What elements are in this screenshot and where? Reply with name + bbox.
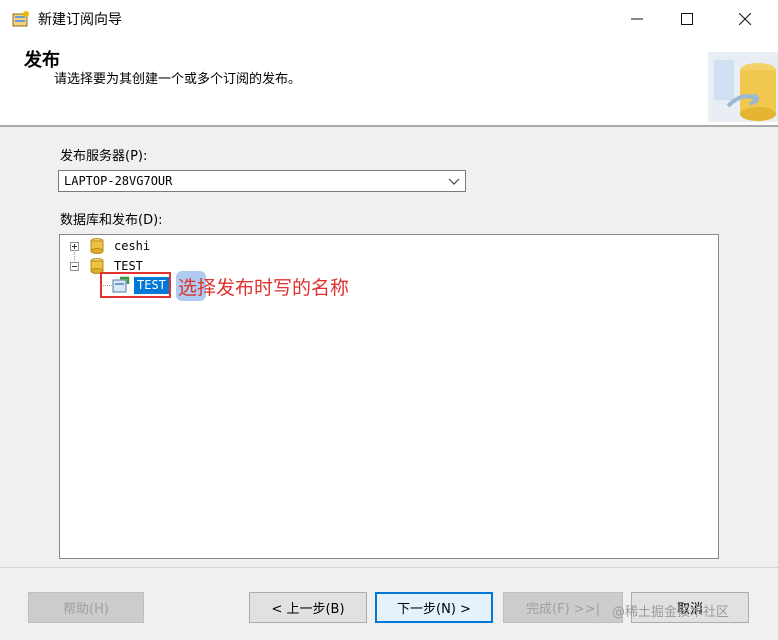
publisher-label: 发布服务器(P): — [60, 149, 148, 164]
tree-node-ceshi[interactable]: ceshi — [114, 237, 150, 255]
page-subtitle: 请选择要为其创建一个或多个订阅的发布。 — [54, 72, 302, 87]
wizard-header: 发布 请选择要为其创建一个或多个订阅的发布。 — [0, 38, 778, 126]
collapse-test-icon[interactable] — [70, 262, 79, 271]
wizard-app-icon — [12, 11, 29, 27]
chevron-down-icon[interactable] — [447, 173, 461, 189]
publication-icon — [112, 276, 130, 293]
help-button[interactable]: 帮助(H) — [28, 592, 144, 623]
minimize-icon — [631, 18, 643, 20]
publisher-dropdown[interactable]: LAPTOP-28VG7OUR — [58, 170, 466, 192]
publication-tree[interactable]: ceshi TEST TEST 选择发布时写的名称 — [59, 234, 719, 559]
next-button[interactable]: 下一步(N) > — [375, 592, 493, 623]
back-button[interactable]: < 上一步(B) — [249, 592, 367, 623]
wizard-content: 发布服务器(P): LAPTOP-28VG7OUR 数据库和发布(D): ces… — [0, 127, 778, 567]
tree-node-test-publication[interactable]: TEST — [134, 277, 169, 294]
close-icon — [739, 13, 751, 25]
title-bar: 新建订阅向导 — [0, 0, 778, 38]
annotation-text: 选择发布时写的名称 — [178, 277, 350, 299]
window-title: 新建订阅向导 — [38, 12, 122, 28]
finish-button[interactable]: 完成(F) >>| — [503, 592, 623, 623]
publisher-value: LAPTOP-28VG7OUR — [64, 174, 173, 188]
databases-label: 数据库和发布(D): — [60, 213, 163, 228]
wizard-footer: 帮助(H) < 上一步(B) 下一步(N) > 完成(F) >>| 取消 @稀土… — [0, 567, 778, 640]
maximize-icon — [681, 13, 693, 25]
database-sync-graphic — [708, 52, 778, 122]
database-icon — [90, 238, 104, 254]
maximize-button[interactable] — [664, 4, 710, 34]
minimize-button[interactable] — [614, 4, 660, 34]
footer-divider — [0, 567, 778, 568]
expand-ceshi-icon[interactable] — [70, 242, 79, 251]
watermark: @稀土掘金技术社区 — [612, 605, 730, 620]
close-button[interactable] — [722, 4, 768, 34]
